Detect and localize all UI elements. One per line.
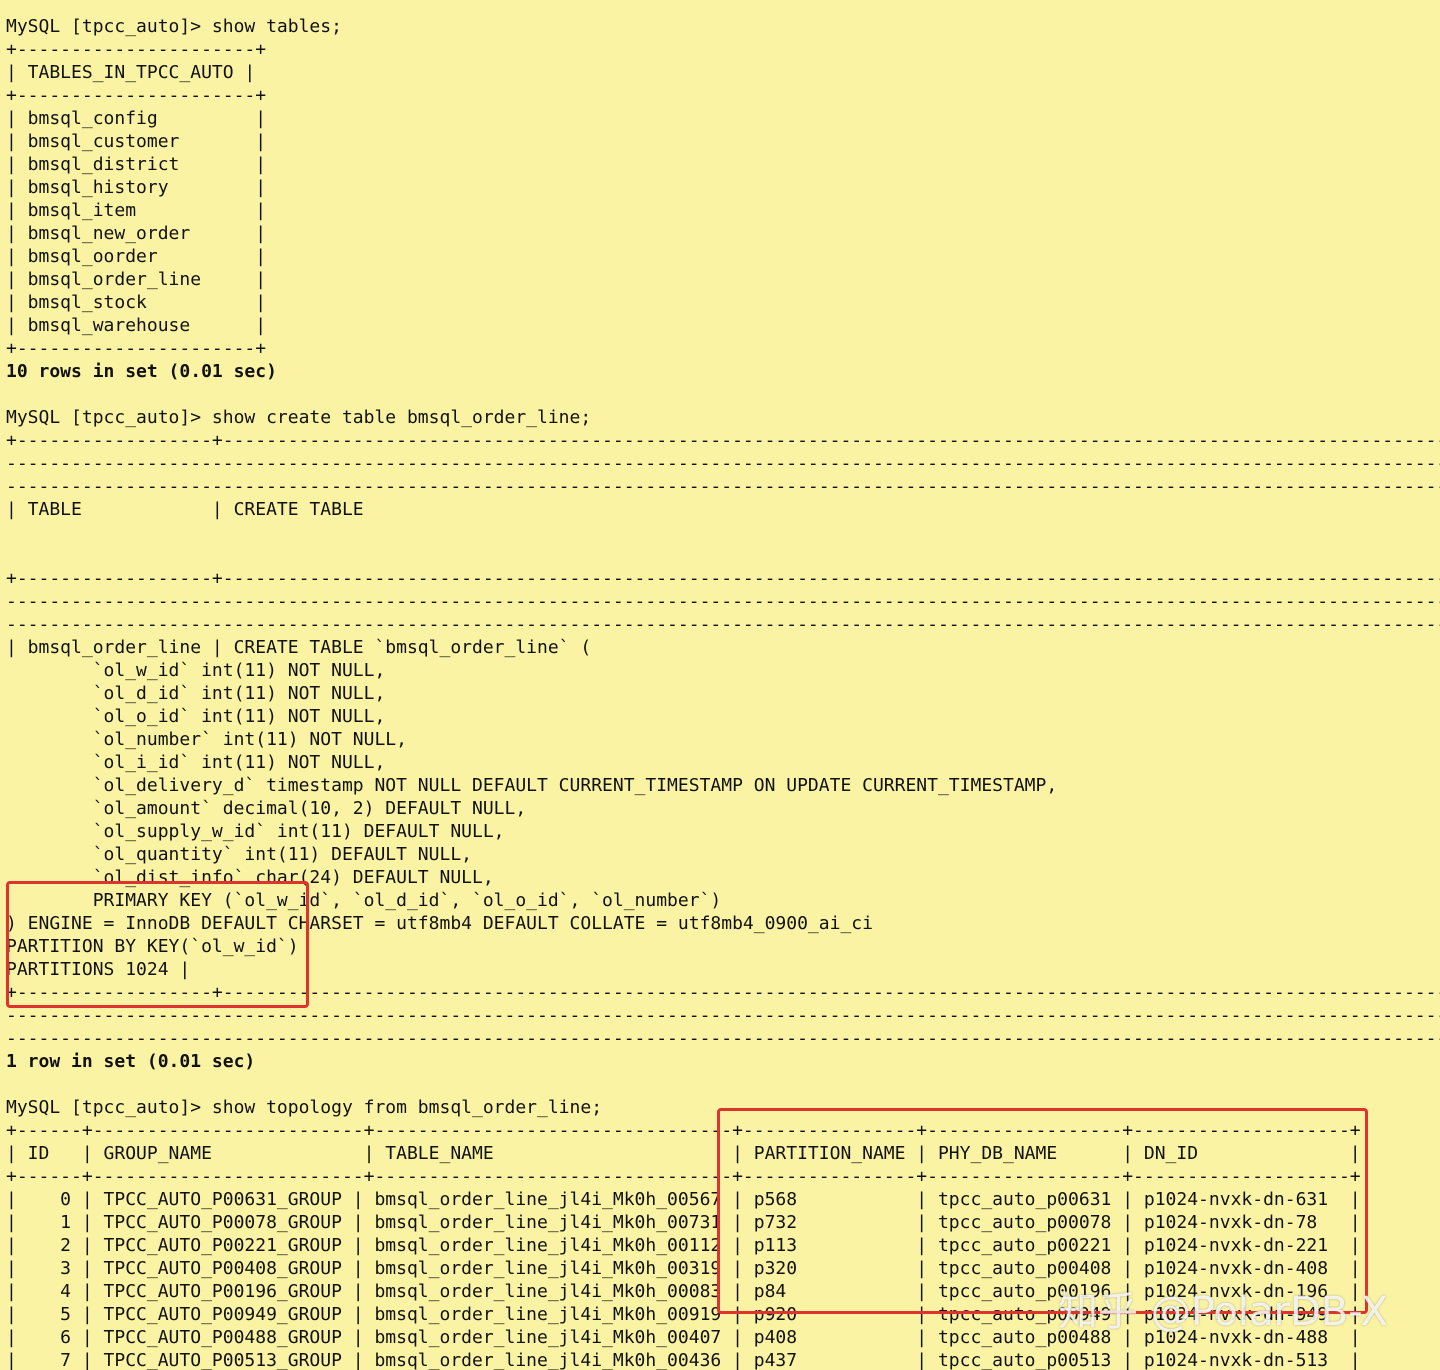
topology-highlight-box — [717, 1108, 1368, 1314]
terminal-line: | bmsql_oorder | — [6, 246, 267, 267]
terminal-line: `ol_supply_w_id` int(11) DEFAULT NULL, — [6, 821, 505, 842]
terminal-line: `ol_w_id` int(11) NOT NULL, — [6, 660, 386, 681]
terminal-line: | bmsql_order_line | — [6, 269, 267, 290]
partition-highlight-box — [6, 881, 309, 1008]
terminal-line: | bmsql_history | — [6, 177, 267, 198]
terminal-line: ----------------------------------------… — [6, 591, 1440, 612]
terminal-line: ----------------------------------------… — [6, 1028, 1440, 1049]
terminal-line: | bmsql_new_order | — [6, 223, 267, 244]
terminal-line: +------------------+--------------------… — [6, 568, 1440, 589]
terminal-line: +----------------------+ — [6, 85, 267, 106]
terminal-line: +----------------------+ — [6, 39, 267, 60]
terminal-line: `ol_d_id` int(11) NOT NULL, — [6, 683, 386, 704]
terminal-line: `ol_i_id` int(11) NOT NULL, — [6, 752, 386, 773]
terminal-line: | bmsql_warehouse | — [6, 315, 267, 336]
terminal-line: +----------------------+ — [6, 338, 267, 359]
terminal-line: | bmsql_order_line | CREATE TABLE `bmsql… — [6, 637, 592, 658]
terminal-line: | TABLE | CREATE TABLE — [6, 499, 364, 520]
terminal-line: MySQL [tpcc_auto]> show create table bms… — [6, 407, 592, 428]
terminal-line: ----------------------------------------… — [6, 476, 1440, 497]
terminal-line: | bmsql_customer | — [6, 131, 267, 152]
terminal-line: `ol_o_id` int(11) NOT NULL, — [6, 706, 386, 727]
terminal-line: ----------------------------------------… — [6, 614, 1440, 635]
terminal-line: MySQL [tpcc_auto]> show topology from bm… — [6, 1097, 603, 1118]
terminal-line: | bmsql_config | — [6, 108, 267, 129]
terminal-line: | 7 | TPCC_AUTO_P00513_GROUP | bmsql_ord… — [6, 1350, 1361, 1370]
terminal-line: MySQL [tpcc_auto]> show tables; — [6, 16, 342, 37]
terminal-line: 1 row in set (0.01 sec) — [6, 1051, 256, 1072]
terminal-line: | bmsql_item | — [6, 200, 267, 221]
terminal-line: | bmsql_stock | — [6, 292, 267, 313]
terminal-line: `ol_amount` decimal(10, 2) DEFAULT NULL, — [6, 798, 527, 819]
terminal-line: `ol_quantity` int(11) DEFAULT NULL, — [6, 844, 472, 865]
watermark: 知乎 @PolarDB-X — [1058, 1289, 1389, 1335]
terminal-line: 10 rows in set (0.01 sec) — [6, 361, 277, 382]
terminal-line: ----------------------------------------… — [6, 453, 1440, 474]
terminal-line: +------------------+--------------------… — [6, 430, 1440, 451]
terminal-line: `ol_number` int(11) NOT NULL, — [6, 729, 407, 750]
terminal-line: | TABLES_IN_TPCC_AUTO | — [6, 62, 256, 83]
terminal-line: | bmsql_district | — [6, 154, 267, 175]
terminal-line: `ol_delivery_d` timestamp NOT NULL DEFAU… — [6, 775, 1058, 796]
